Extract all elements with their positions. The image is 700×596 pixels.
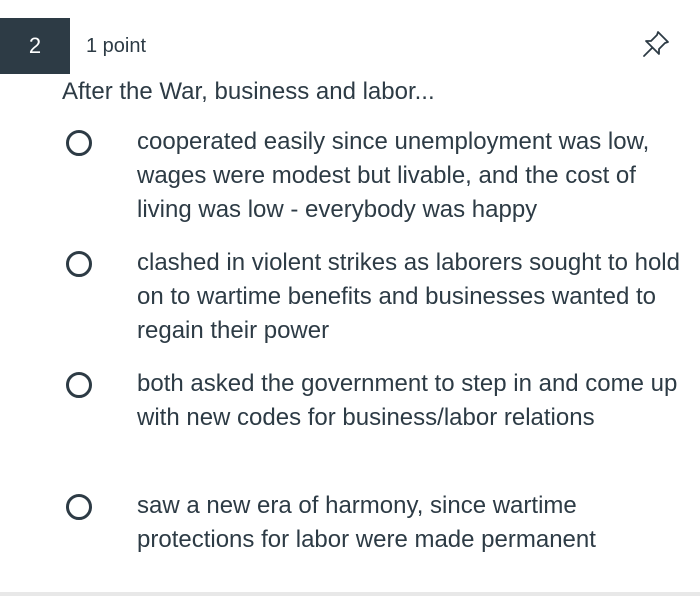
radio-unselected-icon[interactable] [66,130,92,156]
radio-unselected-icon[interactable] [66,251,92,277]
pin-icon [643,31,669,57]
radio-unselected-icon[interactable] [66,494,92,520]
question-number-badge: 2 [0,18,70,74]
answer-option-text: clashed in violent strikes as laborers s… [137,249,680,344]
bottom-divider [0,592,700,596]
answer-option-text: saw a new era of harmony, since wartime … [137,492,596,553]
radio-unselected-icon[interactable] [66,372,92,398]
question-prompt: After the War, business and labor... [62,78,435,105]
answer-option-text: both asked the government to step in and… [137,370,678,431]
pin-button[interactable] [640,28,672,60]
answer-option-text: cooperated easily since unemployment was… [137,128,650,223]
question-points: 1 point [86,35,147,57]
